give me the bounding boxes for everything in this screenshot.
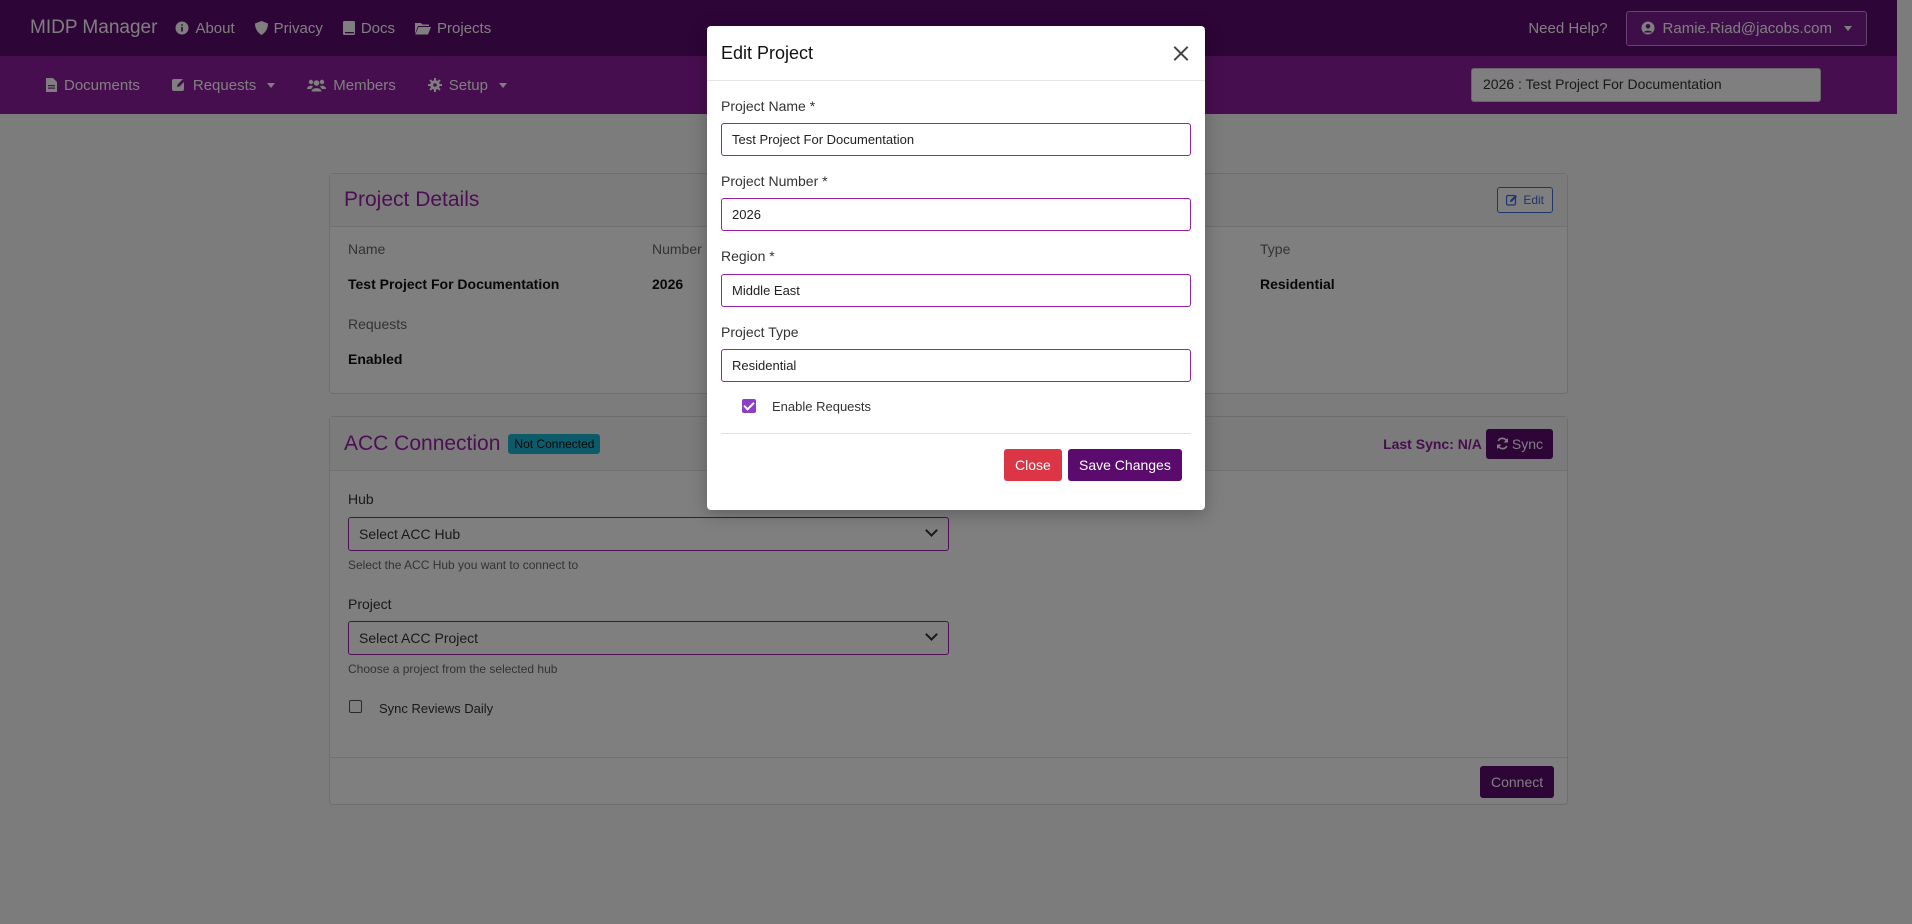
enable-requests-label: Enable Requests: [772, 399, 872, 414]
project-number-label: Project Number *: [721, 173, 828, 189]
project-name-input[interactable]: [721, 123, 1191, 156]
save-changes-button[interactable]: Save Changes: [1068, 449, 1182, 481]
edit-project-modal: Edit Project Project Name * Project Numb…: [707, 26, 1205, 510]
region-label: Region *: [721, 248, 775, 264]
project-type-label: Project Type: [721, 324, 799, 340]
modal-header: Edit Project: [707, 26, 1205, 81]
project-number-input[interactable]: [721, 198, 1191, 231]
region-input[interactable]: [721, 274, 1191, 307]
close-button[interactable]: Close: [1004, 449, 1062, 481]
project-type-input[interactable]: [721, 349, 1191, 382]
enable-requests-checkbox[interactable]: [742, 399, 756, 413]
project-name-label: Project Name *: [721, 98, 816, 114]
close-icon[interactable]: [1171, 43, 1191, 63]
modal-footer-divider: [721, 433, 1191, 434]
modal-title: Edit Project: [721, 42, 814, 63]
